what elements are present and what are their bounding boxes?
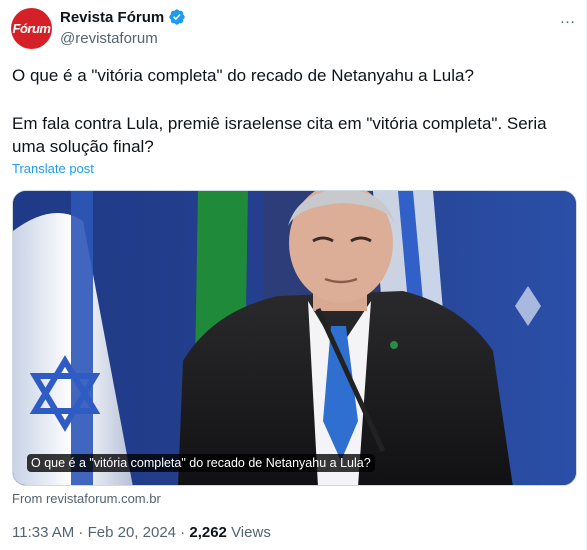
tweet-meta: 11:33 AM · Feb 20, 2024 · 2,262 Views [12, 524, 271, 541]
tweet-time[interactable]: 11:33 AM [12, 524, 74, 541]
meta-separator: · [176, 524, 190, 541]
tweet-text-line-2: Em fala contra Lula, premiê israelense c… [12, 114, 547, 156]
author-handle[interactable]: @revistaforum [60, 30, 158, 47]
link-card-image[interactable]: O que é a "vitória completa" do recado d… [12, 190, 577, 486]
link-card-caption: O que é a "vitória completa" do recado d… [27, 454, 375, 472]
link-source[interactable]: From revistaforum.com.br [12, 491, 161, 506]
avatar[interactable]: Fórum [11, 8, 52, 49]
tweet-text-line-1: O que é a "vitória completa" do recado d… [12, 66, 474, 85]
meta-separator: · [74, 524, 88, 541]
author-name-row: Revista Fórum [60, 8, 186, 26]
display-name[interactable]: Revista Fórum [60, 9, 164, 26]
views-count: 2,262 [189, 524, 227, 541]
views-label: Views [226, 524, 271, 541]
tweet-card[interactable]: Fórum Revista Fórum @revistaforum … O qu… [0, 0, 587, 550]
translate-post-link[interactable]: Translate post [12, 161, 94, 176]
verified-badge-icon [168, 8, 186, 26]
tweet-date[interactable]: Feb 20, 2024 [88, 524, 176, 541]
news-photo [13, 191, 576, 485]
more-options-icon[interactable]: … [555, 10, 581, 28]
